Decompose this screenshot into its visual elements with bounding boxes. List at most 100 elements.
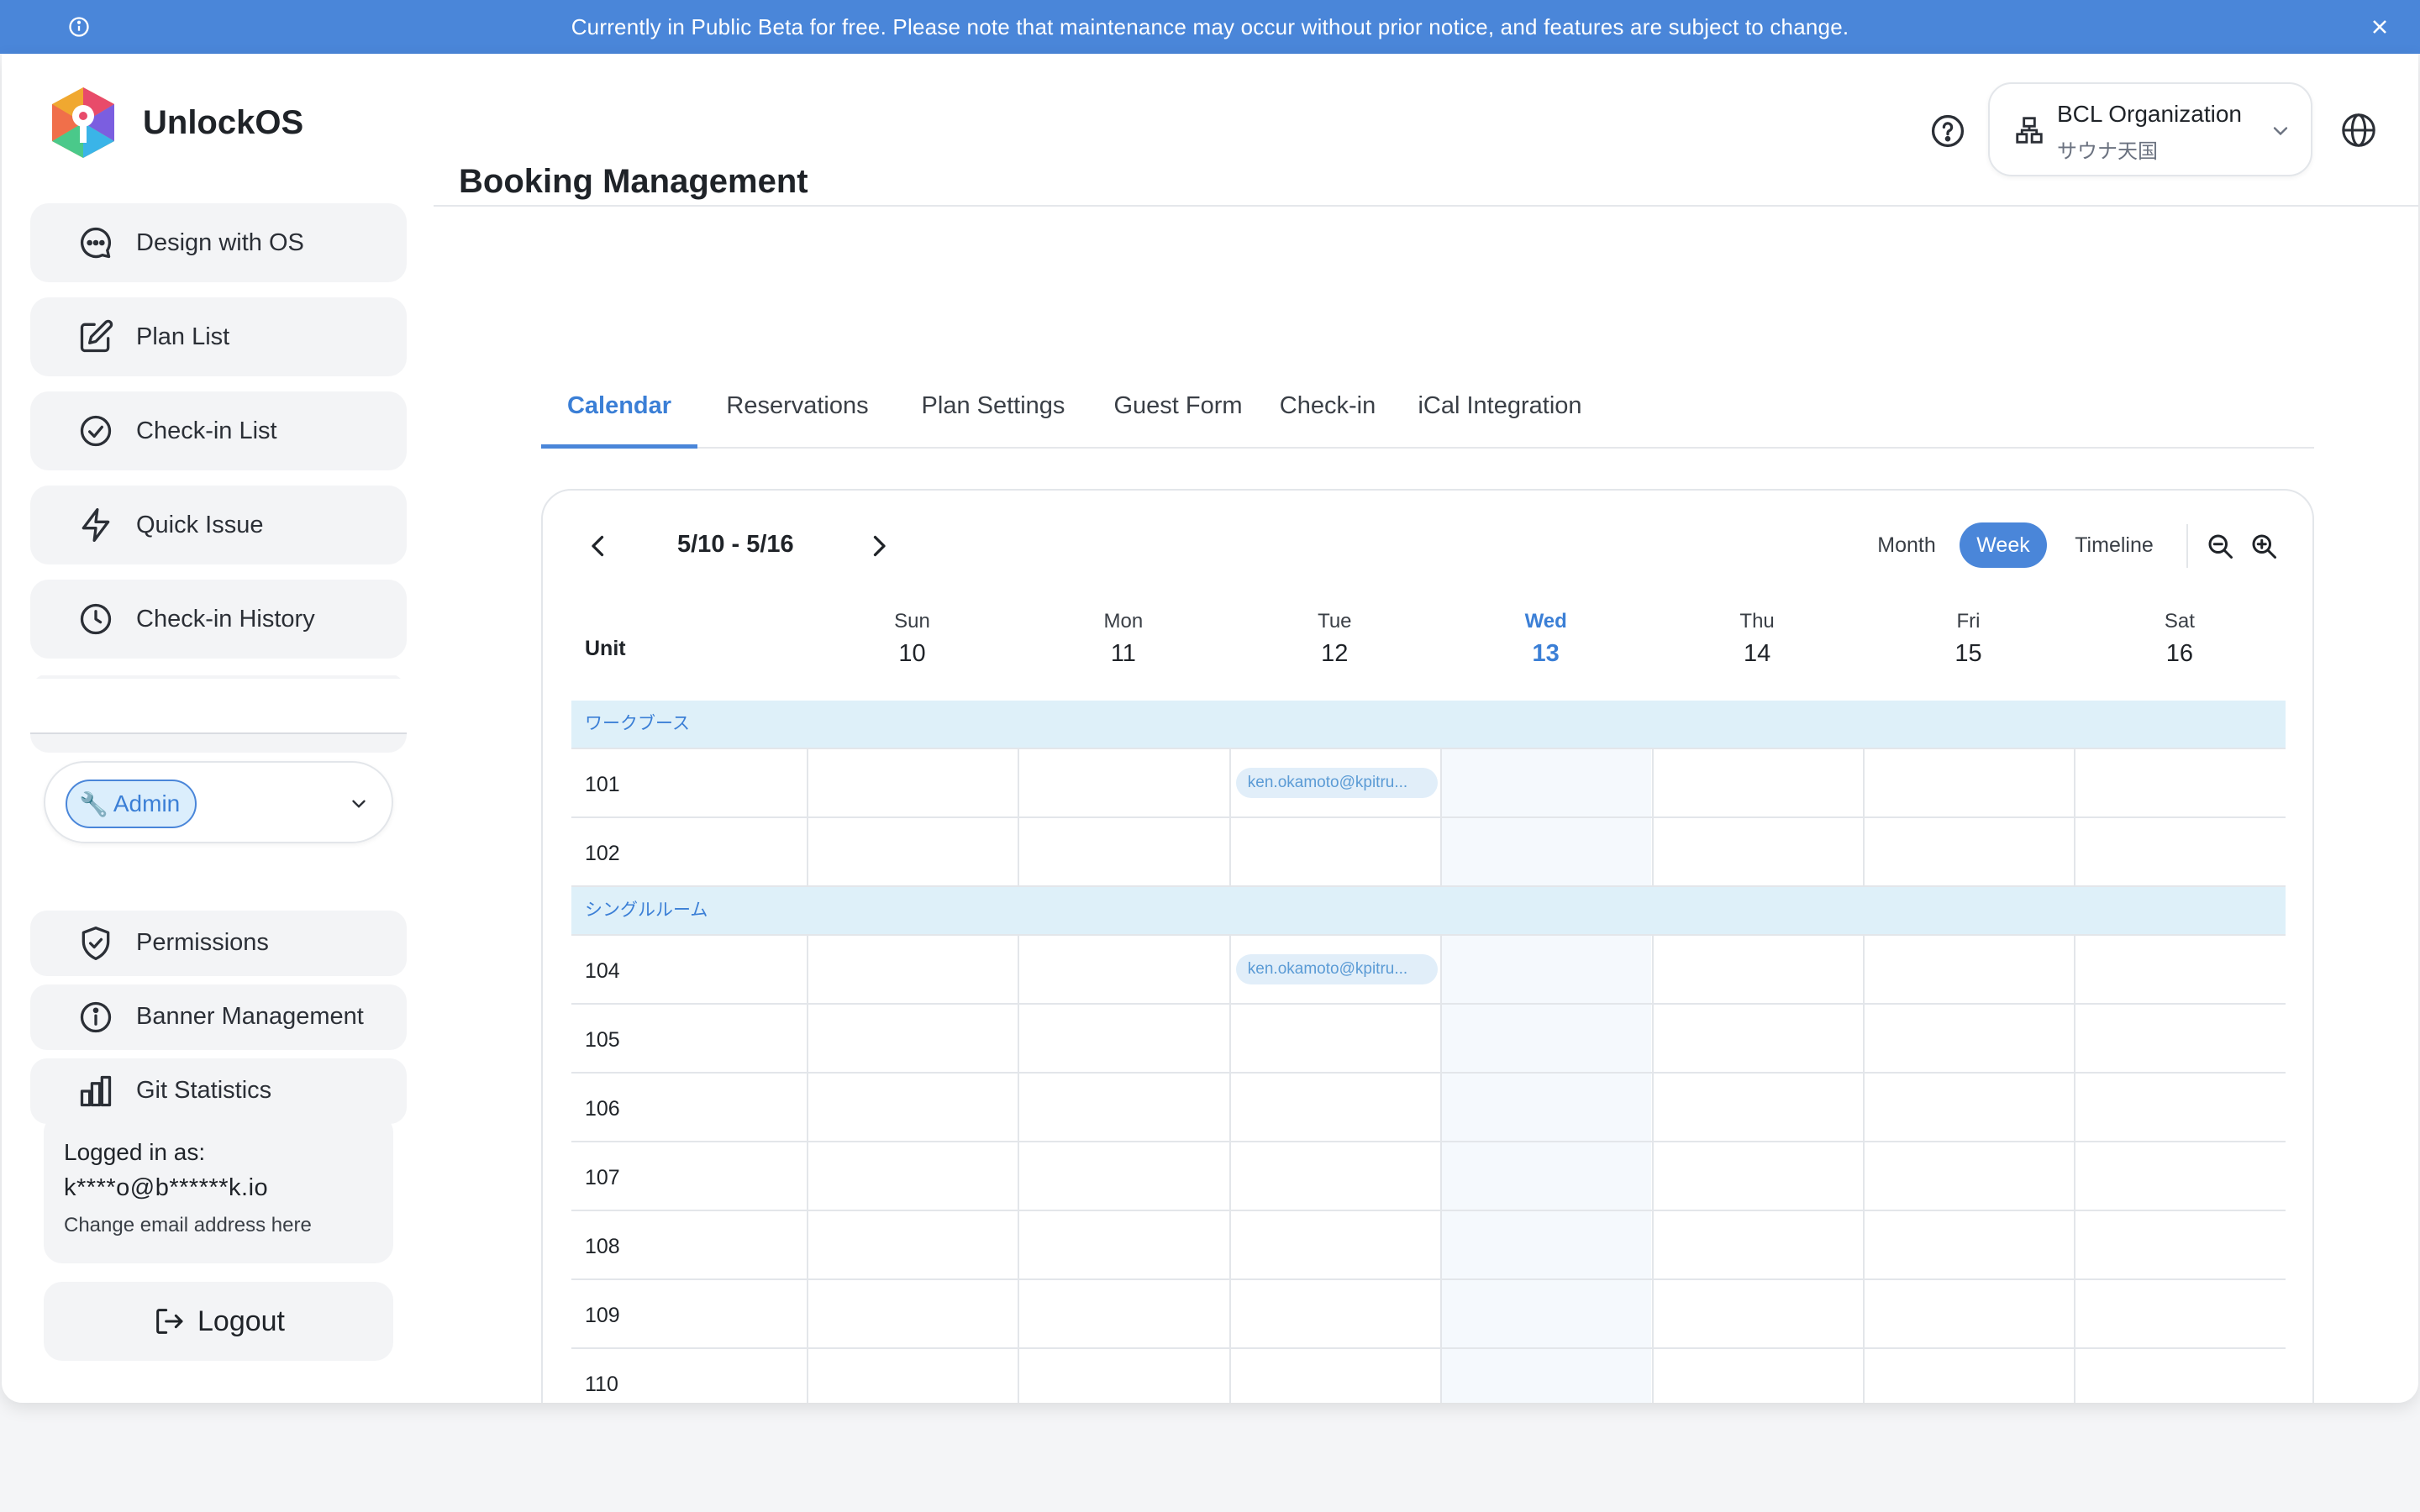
calendar-cell[interactable] [1440, 1211, 1652, 1278]
reservation-event[interactable]: ken.okamoto@kpitru... [1235, 768, 1438, 798]
calendar-cell[interactable] [1018, 1005, 1228, 1072]
close-icon[interactable] [2368, 15, 2391, 39]
calendar-cell[interactable] [1018, 1280, 1228, 1347]
calendar-cell[interactable] [1440, 1280, 1652, 1347]
calendar-cell[interactable] [2074, 749, 2285, 816]
calendar-cell[interactable] [2074, 1211, 2285, 1278]
calendar-cell[interactable] [1228, 1349, 1440, 1403]
calendar-cell[interactable] [807, 1280, 1018, 1347]
chat-bubble-icon [81, 227, 112, 259]
sidebar-item-quick-issue[interactable]: Quick Issue [30, 486, 407, 564]
calendar-cell[interactable] [1018, 1074, 1228, 1141]
calendar-cell[interactable] [1863, 1280, 2074, 1347]
calendar-cell[interactable] [1440, 749, 1652, 816]
edit-icon [80, 319, 113, 353]
calendar-cell[interactable] [1440, 936, 1652, 1003]
calendar-cell[interactable] [1228, 1211, 1440, 1278]
tab-check-in[interactable]: Check-in [1276, 373, 1380, 449]
calendar-cell[interactable] [807, 1074, 1018, 1141]
calendar-cell[interactable] [807, 818, 1018, 885]
day-number: 15 [1954, 640, 1982, 667]
unit-label: 104 [585, 959, 620, 983]
role-select[interactable]: 🔧 Admin [44, 761, 393, 843]
calendar-cell[interactable] [1863, 749, 2074, 816]
tab-reservations[interactable]: Reservations [718, 373, 877, 449]
reservation-event[interactable]: ken.okamoto@kpitru... [1235, 954, 1438, 984]
calendar-cell[interactable] [1018, 1211, 1228, 1278]
calendar-cell[interactable] [1018, 818, 1228, 885]
calendar-cell[interactable] [1018, 1349, 1228, 1403]
zoom-in-icon[interactable] [2249, 531, 2279, 561]
calendar-cell[interactable] [1228, 1005, 1440, 1072]
calendar-cell[interactable] [807, 1211, 1018, 1278]
calendar-cell[interactable] [2074, 1349, 2285, 1403]
calendar-cell[interactable]: ken.okamoto@kpitru... [1228, 936, 1440, 1003]
calendar-cell[interactable] [1651, 1005, 1863, 1072]
tab-ical-integration[interactable]: iCal Integration [1410, 373, 1590, 449]
calendar-cell[interactable] [2074, 1280, 2285, 1347]
view-week-button[interactable]: Week [1960, 522, 2047, 568]
calendar-cell[interactable] [1440, 818, 1652, 885]
calendar-cell[interactable] [807, 749, 1018, 816]
calendar-cell[interactable] [1228, 818, 1440, 885]
calendar-cell[interactable] [1440, 1074, 1652, 1141]
sidebar-item-design-with-os[interactable]: Design with OS [30, 203, 407, 282]
sidebar-item-check-in-list[interactable]: Check-in List [30, 391, 407, 470]
calendar-cell[interactable] [807, 1005, 1018, 1072]
day-name: Mon [1103, 610, 1144, 633]
calendar-cell[interactable] [2074, 818, 2285, 885]
calendar-cell[interactable] [1863, 1074, 2074, 1141]
calendar-cell[interactable] [1863, 1005, 2074, 1072]
calendar-cell[interactable] [1018, 749, 1228, 816]
calendar-cell[interactable] [1863, 1142, 2074, 1210]
sidebar-item-plan-list[interactable]: Plan List [30, 297, 407, 376]
calendar-cell[interactable] [1651, 1142, 1863, 1210]
calendar-cell[interactable] [1863, 1211, 2074, 1278]
organization-select[interactable]: BCL Organization サウナ天国 [1988, 82, 2312, 176]
tab-guest-form[interactable]: Guest Form [1111, 373, 1245, 449]
calendar-cell[interactable] [2074, 936, 2285, 1003]
calendar-cell[interactable] [1440, 1349, 1652, 1403]
calendar-cell[interactable] [807, 936, 1018, 1003]
calendar-cell[interactable]: ken.okamoto@kpitru... [1228, 749, 1440, 816]
calendar-cell[interactable] [1651, 1074, 1863, 1141]
calendar-cell[interactable] [1863, 936, 2074, 1003]
tab-plan-settings[interactable]: Plan Settings [909, 373, 1077, 449]
globe-icon[interactable] [2339, 111, 2378, 150]
calendar-cell[interactable] [1863, 818, 2074, 885]
calendar-cell[interactable] [1651, 1211, 1863, 1278]
day-number: 12 [1321, 640, 1349, 667]
calendar-cell[interactable] [1651, 818, 1863, 885]
change-email-link[interactable]: Change email address here [64, 1214, 373, 1237]
chevron-left-icon[interactable] [583, 531, 613, 561]
view-month-button[interactable]: Month [1860, 522, 1953, 568]
calendar-cell[interactable] [1228, 1280, 1440, 1347]
calendar-cell[interactable] [1651, 1280, 1863, 1347]
calendar-cell[interactable] [807, 1142, 1018, 1210]
tab-bar: Calendar Reservations Plan Settings Gues… [541, 373, 2314, 449]
calendar-cell[interactable] [1440, 1005, 1652, 1072]
calendar-cell[interactable] [1863, 1349, 2074, 1403]
calendar-cell[interactable] [1440, 1142, 1652, 1210]
sidebar-item-permissions[interactable]: Permissions [30, 911, 407, 976]
calendar-cell[interactable] [2074, 1005, 2285, 1072]
calendar-cell[interactable] [1228, 1142, 1440, 1210]
calendar-cell[interactable] [2074, 1074, 2285, 1141]
calendar-cell[interactable] [1018, 936, 1228, 1003]
chevron-right-icon[interactable] [864, 531, 894, 561]
sidebar-item-check-in-history[interactable]: Check-in History [30, 580, 407, 659]
logout-button[interactable]: Logout [44, 1282, 393, 1361]
tab-calendar[interactable]: Calendar [541, 373, 697, 449]
zoom-out-icon[interactable] [2205, 531, 2235, 561]
calendar-cell[interactable] [1228, 1074, 1440, 1141]
view-timeline-button[interactable]: Timeline [2055, 522, 2173, 568]
calendar-cell[interactable] [1651, 1349, 1863, 1403]
calendar-cell[interactable] [807, 1349, 1018, 1403]
calendar-cell[interactable] [2074, 1142, 2285, 1210]
calendar-cell[interactable] [1651, 749, 1863, 816]
help-icon[interactable] [1929, 113, 1966, 150]
sidebar-item-banner-management[interactable]: Banner Management [30, 984, 407, 1050]
calendar-cell[interactable] [1018, 1142, 1228, 1210]
calendar-cell[interactable] [1651, 936, 1863, 1003]
unit-group-row: ワークブース [571, 701, 2286, 749]
